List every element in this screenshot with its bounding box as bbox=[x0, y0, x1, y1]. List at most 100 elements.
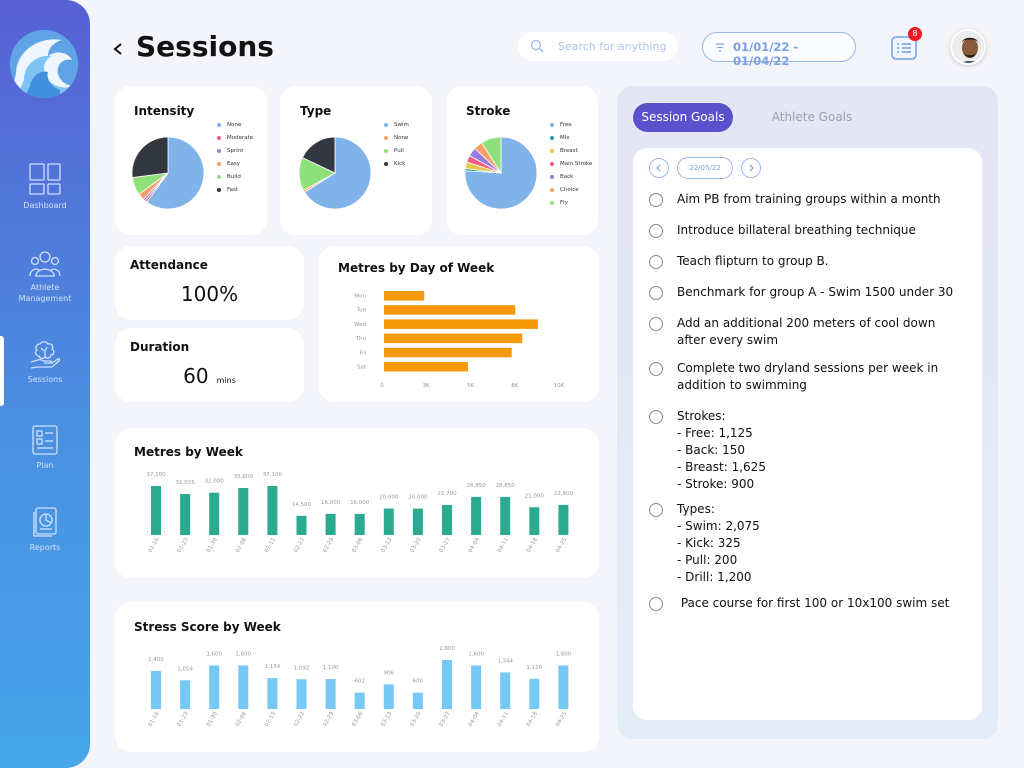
tab-session-goals[interactable]: Session Goals bbox=[633, 103, 733, 132]
sidebar-item-reports[interactable]: Reports bbox=[0, 506, 90, 578]
bar-02-29[interactable] bbox=[325, 513, 336, 535]
data-label: 1,054 bbox=[177, 666, 193, 672]
bar-02-22[interactable] bbox=[296, 679, 307, 709]
goal-radio[interactable] bbox=[649, 193, 663, 207]
bar-04-04[interactable] bbox=[471, 665, 482, 709]
bar-04-11[interactable] bbox=[500, 672, 511, 709]
goal-item[interactable]: Teach flipturn to group B. bbox=[649, 253, 959, 270]
bar-wed[interactable] bbox=[384, 319, 538, 329]
bar-01-23[interactable] bbox=[180, 494, 191, 535]
legend-item: Easy bbox=[217, 158, 253, 171]
goal-item[interactable]: Add an additional 200 meters of cool dow… bbox=[649, 315, 959, 349]
goal-radio[interactable] bbox=[649, 317, 663, 331]
x-tick-label: 02-08 bbox=[235, 537, 248, 554]
search-input[interactable]: Search for anything bbox=[518, 32, 678, 61]
bar-02-08[interactable] bbox=[238, 665, 249, 709]
bar-02-29[interactable] bbox=[325, 679, 336, 709]
bar-02-15[interactable] bbox=[267, 678, 278, 709]
bar-03-20[interactable] bbox=[412, 692, 423, 709]
goal-item[interactable]: Introduce billateral breathing technique bbox=[649, 222, 959, 239]
goal-radio[interactable] bbox=[649, 286, 663, 300]
legend-swatch bbox=[217, 135, 221, 140]
legend-swatch bbox=[550, 135, 554, 140]
goal-item[interactable]: Complete two dryland sessions per week i… bbox=[649, 360, 959, 394]
bar-02-08[interactable] bbox=[238, 487, 249, 535]
goal-radio[interactable] bbox=[649, 255, 663, 269]
bar-02-15[interactable] bbox=[267, 486, 278, 535]
bar-fri[interactable] bbox=[384, 347, 512, 358]
legend-label: Sprint bbox=[227, 147, 244, 154]
goal-item[interactable]: Benchmark for group A - Swim 1500 under … bbox=[649, 284, 959, 301]
data-label: 600 bbox=[413, 679, 424, 685]
goal-text: Strokes: - Free: 1,125 - Back: 150 - Bre… bbox=[677, 409, 766, 491]
stroke-legend: Free Mix Breast Main Stroke Back Choice Fly bbox=[550, 119, 594, 209]
bar-03-06[interactable] bbox=[354, 692, 365, 709]
back-button[interactable] bbox=[112, 39, 126, 59]
bar-04-25[interactable] bbox=[558, 665, 569, 709]
bar-04-25[interactable] bbox=[558, 504, 569, 535]
bar-01-30[interactable] bbox=[209, 492, 220, 535]
bar-tue[interactable] bbox=[384, 305, 516, 315]
x-tick-label: 04-18 bbox=[526, 711, 539, 728]
user-avatar[interactable] bbox=[950, 29, 986, 65]
data-label: 35,600 bbox=[234, 474, 254, 480]
data-label: 906 bbox=[384, 670, 395, 676]
app-logo[interactable] bbox=[10, 30, 78, 98]
legend-item: Breast bbox=[550, 145, 594, 158]
wave-logo-icon bbox=[10, 30, 78, 98]
x-tick-label: 04-11 bbox=[497, 537, 510, 554]
goal-radio[interactable] bbox=[649, 410, 663, 424]
bar-04-18[interactable] bbox=[529, 507, 540, 535]
goal-date[interactable]: 22/05/22 bbox=[677, 157, 733, 179]
sidebar-item-plan[interactable]: Plan bbox=[0, 424, 90, 496]
goal-item[interactable]: Aim PB from training groups within a mon… bbox=[649, 191, 959, 208]
tab-athlete-goals[interactable]: Athlete Goals bbox=[757, 103, 867, 132]
sidebar-item-label: Sessions bbox=[27, 375, 63, 384]
bar-01-16[interactable] bbox=[151, 486, 161, 535]
bar-04-11[interactable] bbox=[500, 496, 511, 535]
goal-radio[interactable] bbox=[649, 362, 663, 376]
bar-01-30[interactable] bbox=[209, 665, 220, 709]
pie-slice-fast[interactable] bbox=[131, 136, 169, 178]
goal-item[interactable]: Pace course for first 100 or 10x100 swim… bbox=[649, 595, 959, 612]
prev-date-button[interactable] bbox=[649, 158, 669, 178]
goal-radio[interactable] bbox=[649, 224, 663, 238]
bar-04-04[interactable] bbox=[471, 496, 482, 535]
bar-mon[interactable] bbox=[384, 291, 425, 301]
goal-radio[interactable] bbox=[649, 503, 663, 517]
bar-thu[interactable] bbox=[384, 333, 523, 344]
notifications-button[interactable]: 8 bbox=[890, 27, 922, 62]
bar-01-16[interactable] bbox=[151, 670, 161, 709]
bar-03-06[interactable] bbox=[354, 513, 365, 535]
bar-03-27[interactable] bbox=[442, 505, 452, 535]
x-tick-label: 01-30 bbox=[206, 537, 219, 554]
x-tick-label: 01-16 bbox=[148, 711, 161, 728]
search-icon bbox=[530, 39, 544, 53]
bar-01-23[interactable] bbox=[180, 680, 191, 709]
next-date-button[interactable] bbox=[741, 158, 761, 178]
type-card: Type Swim None Pull Kick bbox=[280, 86, 432, 235]
sidebar-item-sessions[interactable]: Sessions bbox=[0, 340, 90, 412]
date-range-filter[interactable]: 01/01/22 - 01/04/22 bbox=[702, 32, 856, 68]
bar-sat[interactable] bbox=[384, 362, 468, 372]
x-tick-label: 02-22 bbox=[293, 537, 306, 554]
data-label: 14,500 bbox=[292, 502, 312, 508]
bar-04-18[interactable] bbox=[529, 678, 540, 709]
sidebar-item-athlete-management[interactable]: Athlete Management bbox=[0, 250, 90, 322]
bar-03-13[interactable] bbox=[383, 508, 394, 535]
sidebar-item-dashboard[interactable]: Dashboard bbox=[0, 162, 90, 234]
legend-item: Kick bbox=[384, 158, 409, 171]
goal-radio[interactable] bbox=[649, 597, 663, 611]
goal-item[interactable]: Strokes: - Free: 1,125 - Back: 150 - Bre… bbox=[649, 408, 959, 493]
legend-swatch bbox=[550, 187, 554, 192]
goal-item[interactable]: Types: - Swim: 2,075 - Kick: 325 - Pull:… bbox=[649, 501, 959, 586]
legend-label: Moderate bbox=[227, 134, 254, 141]
stress-by-week-chart: 1,400 01-16 1,054 01-23 1,600 01-30 1,600 02-08… bbox=[148, 646, 572, 728]
x-tick-label: 01-23 bbox=[177, 537, 190, 554]
duration-unit: mins bbox=[216, 376, 236, 385]
bar-02-22[interactable] bbox=[296, 515, 307, 535]
bar-03-20[interactable] bbox=[412, 508, 423, 535]
legend-swatch bbox=[384, 123, 388, 127]
bar-03-27[interactable] bbox=[442, 660, 452, 709]
bar-03-13[interactable] bbox=[383, 684, 394, 709]
